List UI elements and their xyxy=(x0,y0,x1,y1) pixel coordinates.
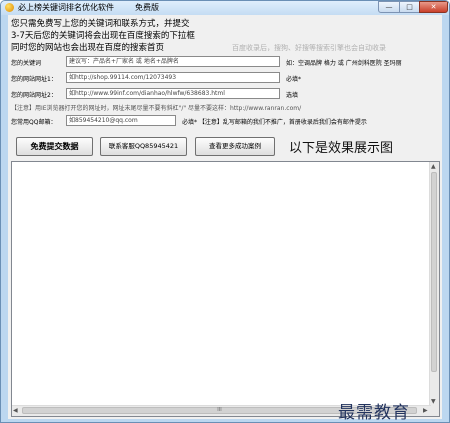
close-button[interactable]: ✕ xyxy=(419,1,448,13)
scrollbar-corner xyxy=(430,406,439,416)
submit-data-button[interactable]: 免费提交数据 xyxy=(16,137,93,156)
app-logo-icon xyxy=(5,3,14,12)
keyword-input[interactable]: 建议写：产品名+厂家名 或 地名+品牌名 xyxy=(66,56,280,67)
watermark-text: 最需教育 xyxy=(338,403,410,423)
intro-line-3: 同时您的网站也会出现在百度的搜索首页 xyxy=(11,43,165,53)
showcase-heading: 以下是效果展示图 xyxy=(289,141,394,156)
intro-line-2: 3-7天后您的关键词将会出现在百度搜索的下拉框 xyxy=(11,31,195,41)
url1-input[interactable]: 如http://shop.99114.com/12073493 xyxy=(66,72,280,83)
contact-support-button[interactable]: 联系客服QQ85945421 xyxy=(100,137,187,156)
email-label: 您常用QQ邮箱： xyxy=(11,119,57,126)
title-bar[interactable]: 必上榜关键词排名优化软件 免费版 — □ ✕ xyxy=(1,1,449,15)
scroll-right-icon[interactable]: ▶ xyxy=(423,407,428,414)
keyword-example-hint: 如：空调品牌 格力 或 广州剑科医院 圣玛丽 xyxy=(286,60,402,67)
intro-line-1: 您只需免费写上您的关键词和联系方式，并提交 xyxy=(11,19,190,29)
vertical-scroll-thumb[interactable] xyxy=(431,172,437,372)
url-format-note: 【注意】用IE浏览器打开您的网址时，网址末尾尽量不要有斜杠"/" 尽量不要这样：… xyxy=(11,105,302,112)
email-required-hint: 必填* 【注意】乱写邮箱的我们不推广，首册收录后我们会有邮件提示 xyxy=(182,119,367,126)
view-cases-button[interactable]: 查看更多成功案例 xyxy=(195,137,275,156)
scroll-up-icon[interactable]: ▲ xyxy=(431,163,436,170)
url2-optional-hint: 选填 xyxy=(286,92,299,99)
vertical-scrollbar[interactable]: ▲ ▼ xyxy=(429,162,439,406)
email-input[interactable]: 如859454210@qq.com xyxy=(66,115,176,126)
scroll-down-icon[interactable]: ▼ xyxy=(431,398,436,405)
search-engine-note: 百度收录后，搜狗、好搜等搜索引擎也会自动收录 xyxy=(232,44,386,52)
url2-label: 您的网站网址2： xyxy=(11,92,57,99)
scroll-left-icon[interactable]: ◀ xyxy=(13,407,18,414)
minimize-button[interactable]: — xyxy=(378,1,400,13)
url1-required-hint: 必填* xyxy=(286,76,302,83)
url2-input[interactable]: 如http://www.99inf.com/dianhao/hlwfw/6386… xyxy=(66,88,280,99)
url1-label: 您的网站网址1： xyxy=(11,76,57,83)
showcase-text-area[interactable]: ▲ ▼ ◀ III ▶ 最需教育 xyxy=(11,161,440,422)
maximize-button[interactable]: □ xyxy=(399,1,420,13)
window-title: 必上榜关键词排名优化软件 xyxy=(18,3,114,12)
keyword-label: 您的关键词 xyxy=(11,60,42,67)
app-window: 必上榜关键词排名优化软件 免费版 — □ ✕ 您只需免费写上您的关键词和联系方式… xyxy=(0,0,450,423)
client-area: 您只需免费写上您的关键词和联系方式，并提交 3-7天后您的关键词将会出现在百度搜… xyxy=(8,15,442,422)
edition-label: 免费版 xyxy=(135,3,159,12)
